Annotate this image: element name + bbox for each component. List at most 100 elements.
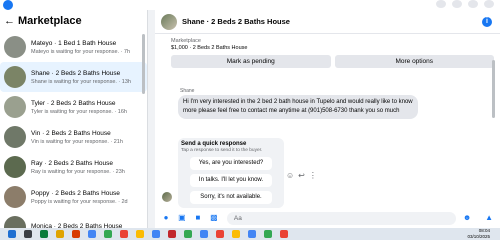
listing-actions: Mark as pending More options [171, 55, 494, 68]
back-arrow-icon[interactable]: ← [4, 15, 16, 27]
chat-scrollbar[interactable] [492, 60, 495, 118]
profile-avatar[interactable] [484, 0, 494, 8]
chrome-icon[interactable] [184, 230, 192, 238]
conversation-item[interactable]: Monica · 2 Beds 2 Baths House [0, 212, 147, 228]
info-icon[interactable]: i [482, 17, 492, 27]
taskbar-app-icon[interactable] [40, 230, 48, 238]
message-bubble: Hi I'm very interested in the 2 bed 2 ba… [178, 95, 418, 119]
listing-label: Marketplace [171, 38, 201, 44]
conversation-list: Mateyo · 1 Bed 1 Bath House Mateyo is wai… [0, 32, 147, 228]
sidebar-header: ← Marketplace [0, 10, 147, 32]
search-icon[interactable] [24, 230, 32, 238]
chat-pane: Shane · 2 Beds 2 Baths House i Marketpla… [155, 10, 500, 228]
listing-summary: Marketplace $1,000 · 2 Beds 2 Baths Hous… [155, 34, 500, 68]
taskbar-app-icon[interactable] [72, 230, 80, 238]
conversation-text: Mateyo · 1 Bed 1 Bath House Mateyo is wai… [31, 40, 130, 55]
sidebar-scrollbar[interactable] [142, 34, 145, 94]
conversation-title: Vin · 2 Beds 2 Baths House [31, 129, 111, 137]
conversation-text: Tyler · 2 Beds 2 Baths House Tyler is wai… [31, 100, 127, 115]
composer-right: ☻ ▲ [462, 213, 500, 223]
conversation-title: Mateyo · 1 Bed 1 Bath House [31, 39, 117, 47]
windows-start-icon[interactable] [8, 230, 16, 238]
listing-thumbnail [4, 126, 26, 148]
top-nav-icons [436, 0, 494, 8]
listing-thumbnail[interactable] [161, 13, 177, 30]
more-icon[interactable]: ⋮ [309, 171, 317, 180]
message-actions: ☺ ↩ ⋮ [286, 171, 317, 180]
conversation-text: Vin · 2 Beds 2 Baths House Vin is waiting… [31, 130, 123, 145]
browser-top-bar [0, 0, 500, 10]
chrome-icon[interactable] [248, 230, 256, 238]
photo-icon[interactable]: ▣ [177, 213, 187, 223]
conversation-text: Poppy · 2 Beds 2 Baths House Poppy is wai… [31, 190, 128, 205]
folder-icon[interactable] [56, 230, 64, 238]
react-icon[interactable]: ☺ [286, 171, 294, 180]
listing-thumbnail [4, 66, 26, 88]
listing-thumbnail [4, 36, 26, 58]
facebook-logo-icon[interactable] [3, 0, 13, 10]
conversation-title: Ray · 2 Beds 2 Baths House [31, 159, 114, 167]
chrome-icon[interactable] [216, 230, 224, 238]
conversation-title: Poppy · 2 Beds 2 Baths House [31, 189, 120, 197]
conversation-item[interactable]: Poppy · 2 Beds 2 Baths House Poppy is wai… [0, 182, 147, 212]
conversation-text: Shane · 2 Beds 2 Baths House Shane is wai… [31, 70, 131, 85]
windows-taskbar: 08:04 03/10/2025 [0, 228, 500, 240]
conversation-item[interactable]: Shane · 2 Beds 2 Baths House Shane is wai… [0, 62, 147, 92]
chrome-icon[interactable] [152, 230, 160, 238]
conversation-title: Tyler · 2 Beds 2 Baths House [31, 99, 116, 107]
marketplace-sidebar: ← Marketplace Mateyo · 1 Bed 1 Bath Hous… [0, 10, 148, 228]
conversation-status: Ray is waiting for your response. · 23h [31, 168, 125, 175]
chrome-icon[interactable] [88, 230, 96, 238]
listing-thumbnail [4, 216, 26, 228]
more-options-button[interactable]: More options [334, 55, 494, 68]
conversation-item[interactable]: Mateyo · 1 Bed 1 Bath House Mateyo is wai… [0, 32, 147, 62]
chrome-icon[interactable] [104, 230, 112, 238]
listing-thumbnail [4, 156, 26, 178]
conversation-item[interactable]: Tyler · 2 Beds 2 Baths House Tyler is wai… [0, 92, 147, 122]
conversation-status: Shane is waiting for your response. · 13… [31, 78, 131, 85]
message-input[interactable]: Aa [226, 211, 457, 225]
reply-icon[interactable]: ↩ [298, 171, 305, 180]
conversation-status: Poppy is waiting for your response. · 2d [31, 198, 128, 205]
chrome-icon[interactable] [136, 230, 144, 238]
chat-header: Shane · 2 Beds 2 Baths House i [155, 10, 500, 34]
sender-avatar [162, 192, 172, 202]
conversation-item[interactable]: Vin · 2 Beds 2 Baths House Vin is waiting… [0, 122, 147, 152]
chrome-icon[interactable] [200, 230, 208, 238]
quick-reply-button[interactable]: Yes, are you interested? [190, 157, 272, 170]
chrome-icon[interactable] [232, 230, 240, 238]
notifications-icon[interactable] [468, 0, 478, 8]
quick-reply-button[interactable]: Sorry, it's not available. [190, 191, 272, 204]
clock[interactable]: 08:04 03/10/2025 [467, 228, 490, 240]
chrome-icon[interactable] [264, 230, 272, 238]
listing-price: $1,000 · 2 Beds 2 Baths House [171, 45, 248, 51]
mark-as-pending-button[interactable]: Mark as pending [171, 55, 331, 68]
messenger-icon[interactable] [452, 0, 462, 8]
conversation-title: Shane · 2 Beds 2 Baths House [31, 69, 121, 77]
conversation-item[interactable]: Ray · 2 Beds 2 Baths House Ray is waiting… [0, 152, 147, 182]
message-composer: ● ▣ ■ ▩ Aa ☻ ▲ [155, 208, 500, 228]
listing-thumbnail [4, 186, 26, 208]
like-icon[interactable]: ▲ [484, 213, 494, 223]
emoji-icon[interactable]: ☻ [462, 213, 472, 223]
sender-name: Shane [180, 88, 195, 94]
quick-response-panel: Send a quick response Tap a response to … [178, 138, 284, 208]
conversation-status: Vin is waiting for your response. · 21h [31, 138, 123, 145]
taskbar-app-icon[interactable] [168, 230, 176, 238]
quick-reply-button[interactable]: In talks. I'll let you know. [190, 174, 272, 187]
clock-date: 03/10/2025 [467, 234, 490, 239]
quick-response-subtitle: Tap a response to send it to the buyer. [181, 148, 263, 153]
microphone-icon[interactable]: ● [161, 213, 171, 223]
quick-response-title: Send a quick response [181, 141, 247, 147]
message-area: Shane Hi I'm very interested in the 2 be… [155, 88, 500, 208]
gif-icon[interactable]: ▩ [209, 213, 219, 223]
sidebar-title: Marketplace [18, 15, 82, 27]
conversation-status: Mateyo is waiting for your response. · 7… [31, 48, 131, 55]
sticker-icon[interactable]: ■ [193, 213, 203, 223]
conversation-status: Tyler is waiting for your response. · 16… [31, 108, 127, 115]
menu-icon[interactable] [436, 0, 446, 8]
chrome-icon[interactable] [120, 230, 128, 238]
conversation-text: Ray · 2 Beds 2 Baths House Ray is waiting… [31, 160, 125, 175]
chat-title[interactable]: Shane · 2 Beds 2 Baths House [182, 17, 290, 26]
chrome-icon[interactable] [280, 230, 288, 238]
